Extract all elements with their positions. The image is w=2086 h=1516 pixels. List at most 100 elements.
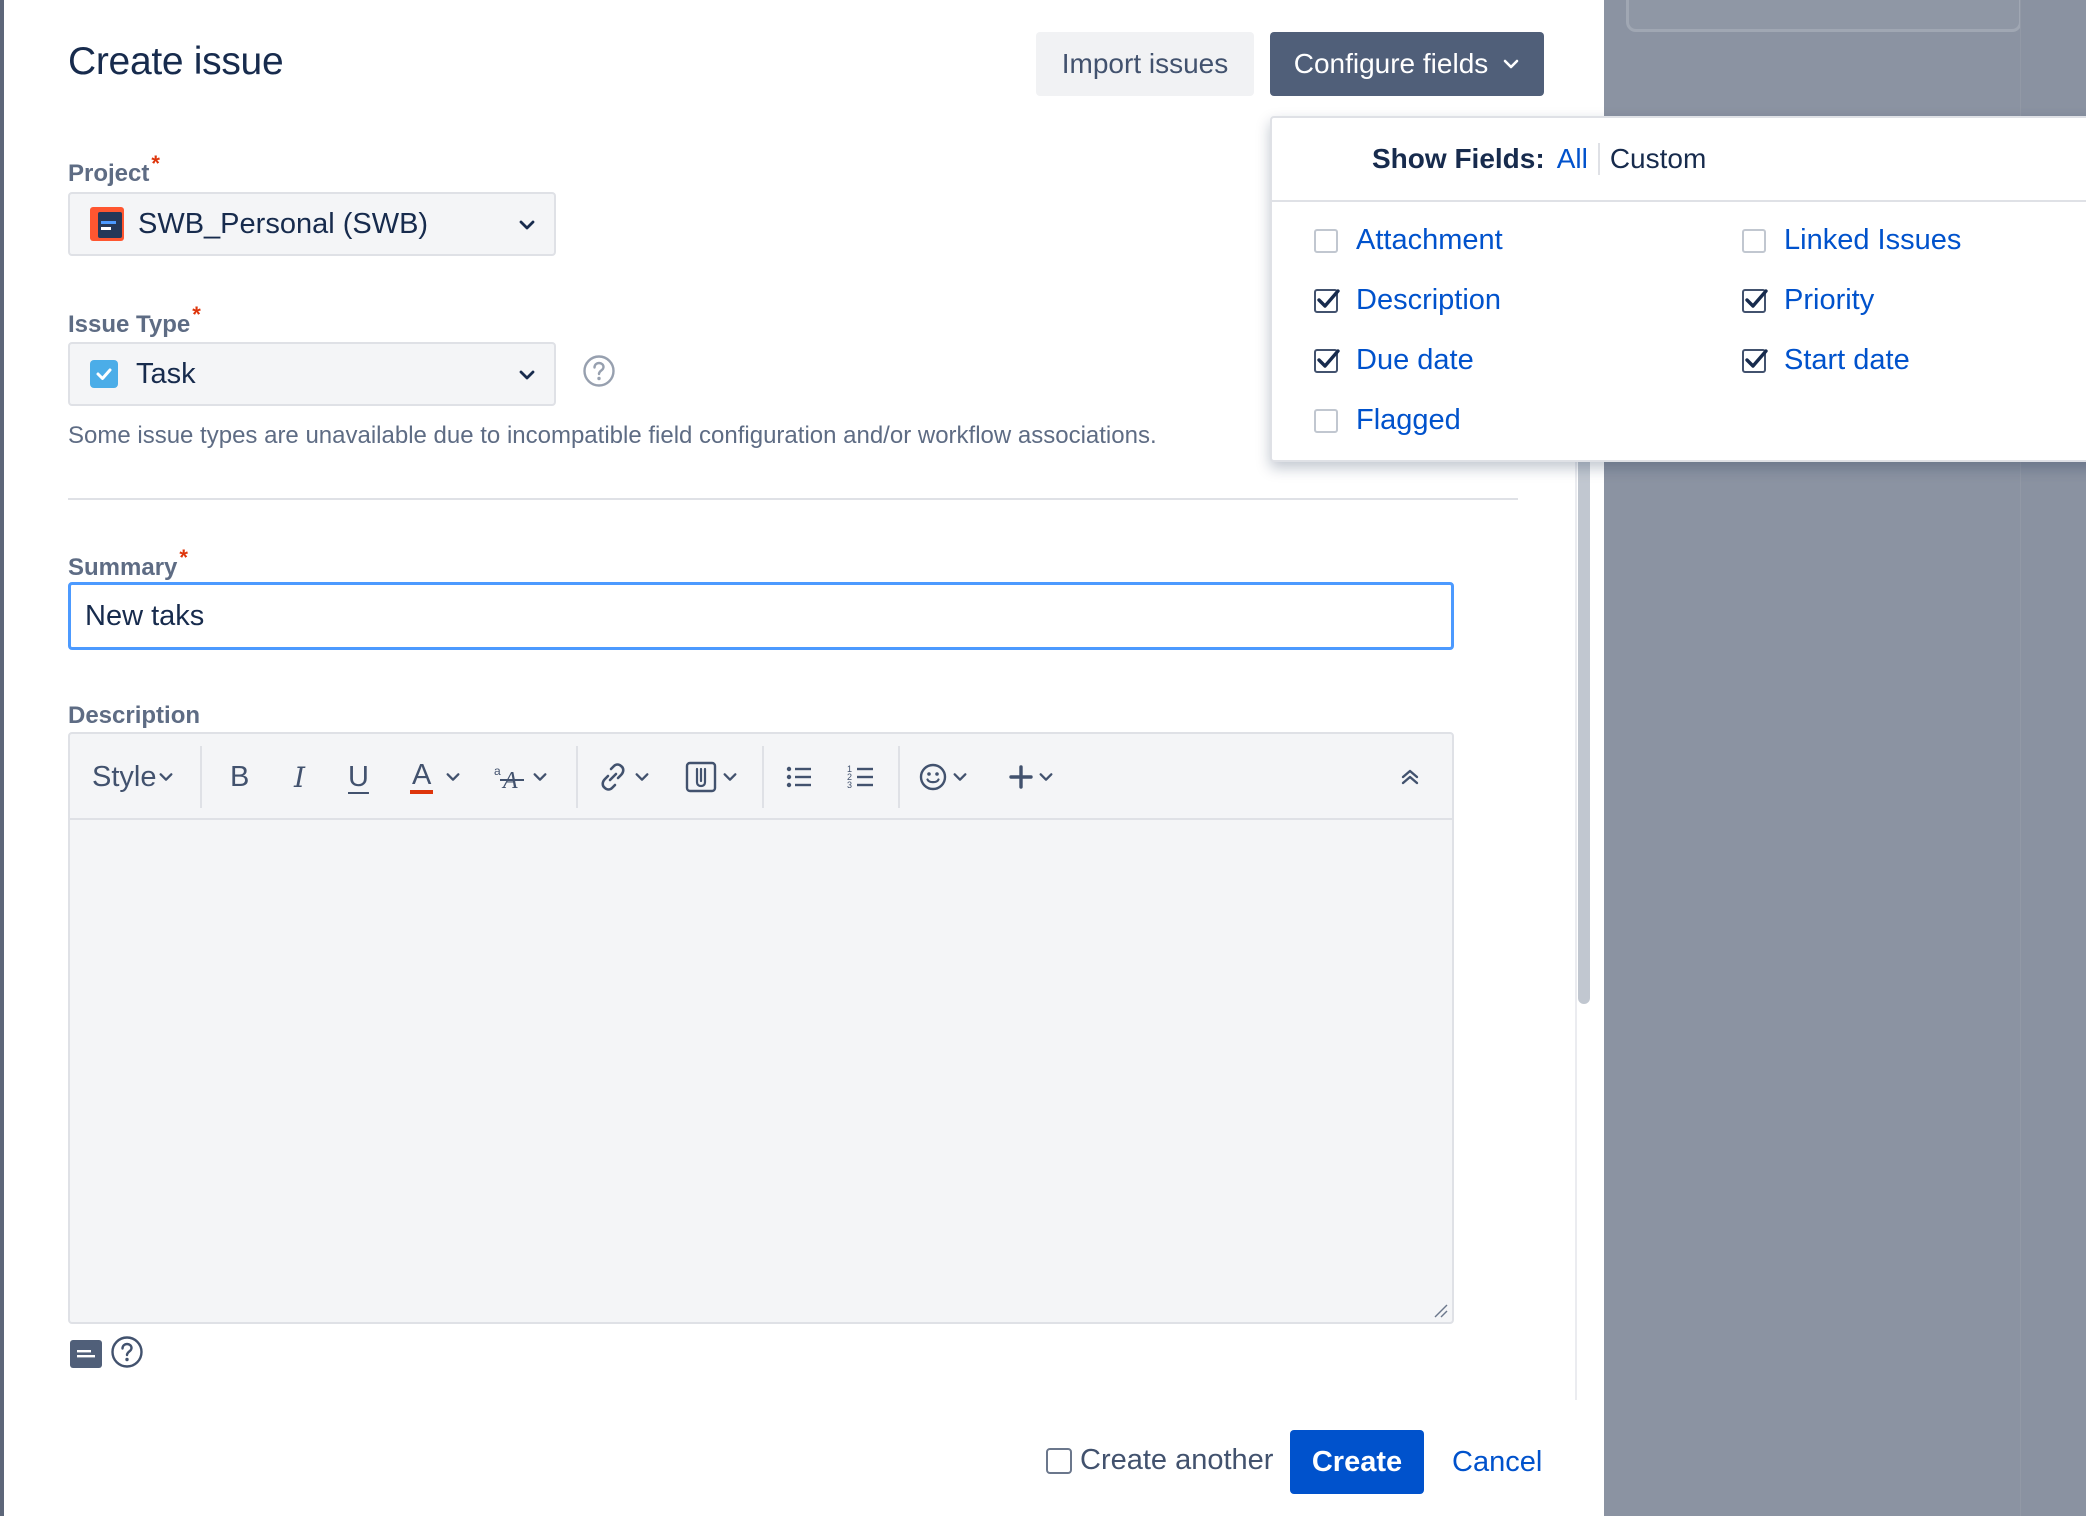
chevron-down-icon [533, 773, 547, 781]
issue-type-select[interactable]: Task [68, 342, 556, 406]
field-option-label: Flagged [1356, 404, 1461, 436]
chevron-down-icon [159, 773, 173, 781]
chevron-down-icon [1503, 59, 1519, 69]
emoji-button[interactable] [918, 756, 968, 798]
show-fields-label: Show Fields: [1372, 143, 1545, 174]
checkbox-box[interactable] [1046, 1447, 1072, 1474]
project-avatar-icon [90, 207, 124, 241]
help-icon[interactable] [582, 354, 616, 388]
chevron-down-icon [635, 773, 649, 781]
chevron-down-icon [953, 773, 967, 781]
field-option-label: Due date [1356, 344, 1474, 376]
required-mark: * [179, 545, 188, 570]
field-option-label: Priority [1784, 284, 1875, 316]
issue-type-label: Issue Type* [68, 302, 201, 339]
create-another-label: Create another [1080, 1444, 1274, 1476]
bullet-list-button[interactable] [784, 756, 814, 798]
create-button[interactable]: Create [1290, 1430, 1424, 1494]
field-checkbox[interactable] [1742, 228, 1766, 253]
chevron-down-icon [519, 220, 535, 230]
link-button[interactable] [596, 756, 650, 798]
chevron-down-icon [1039, 773, 1053, 781]
create-another-checkbox[interactable]: Create another [1046, 1444, 1273, 1477]
numbered-list-button[interactable]: 1 2 3 [846, 756, 876, 798]
bold-button[interactable]: B [230, 756, 249, 798]
numbered-list-icon: 1 2 3 [847, 764, 873, 790]
chevron-down-icon [446, 773, 460, 781]
show-fields-header: Show Fields: All Custom [1272, 118, 2086, 202]
text-color-button[interactable]: A [410, 756, 461, 798]
editor-toolbar: Style B I U A a A 1 2 3 [70, 734, 1452, 820]
text-color-label: A [410, 760, 434, 794]
issue-type-value: Task [136, 357, 196, 390]
import-issues-button[interactable]: Import issues [1036, 32, 1254, 96]
project-label: Project* [68, 151, 160, 188]
style-label: Style [92, 760, 157, 793]
attachment-button[interactable] [684, 756, 738, 798]
description-label: Description [68, 702, 201, 729]
issue-type-note: Some issue types are unavailable due to … [68, 422, 1157, 449]
bullet-list-icon [786, 766, 811, 788]
italic-button[interactable]: I [294, 756, 305, 798]
help-icon[interactable] [110, 1335, 144, 1369]
field-checkbox[interactable] [1314, 408, 1338, 433]
configure-fields-dropdown: Show Fields: All Custom Attachment Linke… [1270, 116, 2086, 462]
field-option-attachment[interactable]: Attachment [1314, 224, 1503, 257]
underline-button[interactable]: U [348, 756, 369, 798]
text-mode-icon[interactable] [70, 1340, 102, 1368]
toolbar-separator [576, 746, 578, 808]
toolbar-separator [200, 746, 202, 808]
dialog-title: Create issue [68, 40, 284, 83]
collapse-toolbar-button[interactable] [1398, 756, 1422, 798]
summary-input[interactable] [68, 582, 1454, 650]
issue-type-label-text: Issue Type [68, 311, 191, 338]
project-value: SWB_Personal (SWB) [138, 207, 429, 240]
description-editor: Style B I U A a A 1 2 3 [68, 732, 1454, 1324]
show-custom-link[interactable]: Custom [1610, 143, 1706, 175]
attachment-icon [685, 761, 717, 793]
summary-label-text: Summary [68, 554, 178, 581]
field-checkbox[interactable] [1314, 288, 1340, 313]
field-option-priority[interactable]: Priority [1742, 284, 1874, 317]
svg-text:a: a [494, 764, 501, 778]
field-checkbox[interactable] [1314, 348, 1340, 373]
plus-icon [1009, 765, 1033, 789]
section-divider [68, 498, 1518, 500]
field-option-flagged[interactable]: Flagged [1314, 404, 1461, 437]
field-option-label: Attachment [1356, 224, 1503, 256]
field-option-label: Linked Issues [1784, 224, 1962, 256]
task-icon [90, 360, 118, 388]
field-checkbox[interactable] [1314, 228, 1338, 253]
field-option-label: Start date [1784, 344, 1910, 376]
checkmark-icon [1745, 288, 1768, 308]
more-formatting-button[interactable]: a A [494, 756, 548, 798]
show-all-link[interactable]: All [1557, 143, 1600, 175]
field-option-description[interactable]: Description [1314, 284, 1501, 317]
svg-text:3: 3 [847, 780, 852, 790]
checkmark-icon [1317, 348, 1340, 368]
cancel-button[interactable]: Cancel [1440, 1430, 1554, 1494]
field-checkbox[interactable] [1742, 288, 1768, 313]
project-label-text: Project [68, 160, 150, 187]
configure-fields-label: Configure fields [1293, 48, 1489, 79]
field-option-label: Description [1356, 284, 1502, 316]
resize-handle-icon[interactable] [1432, 1302, 1448, 1318]
required-mark: * [151, 151, 160, 176]
project-select[interactable]: SWB_Personal (SWB) [68, 192, 556, 256]
toolbar-separator [762, 746, 764, 808]
scroll-track [1575, 440, 1577, 1400]
field-option-due-date[interactable]: Due date [1314, 344, 1474, 377]
checkmark-icon [1745, 348, 1768, 368]
field-option-start-date[interactable]: Start date [1742, 344, 1910, 377]
style-dropdown[interactable]: Style [92, 756, 174, 798]
configure-fields-button[interactable]: Configure fields [1270, 32, 1544, 96]
insert-more-button[interactable] [1008, 756, 1054, 798]
field-checkbox[interactable] [1742, 348, 1768, 373]
toolbar-separator [898, 746, 900, 808]
double-chevron-up-icon [1401, 769, 1419, 785]
chevron-down-icon [519, 370, 535, 380]
chevron-down-icon [723, 773, 737, 781]
description-textarea[interactable] [70, 822, 1452, 1322]
scrollbar-thumb[interactable] [1578, 440, 1590, 1004]
field-option-linked-issues[interactable]: Linked Issues [1742, 224, 1961, 257]
